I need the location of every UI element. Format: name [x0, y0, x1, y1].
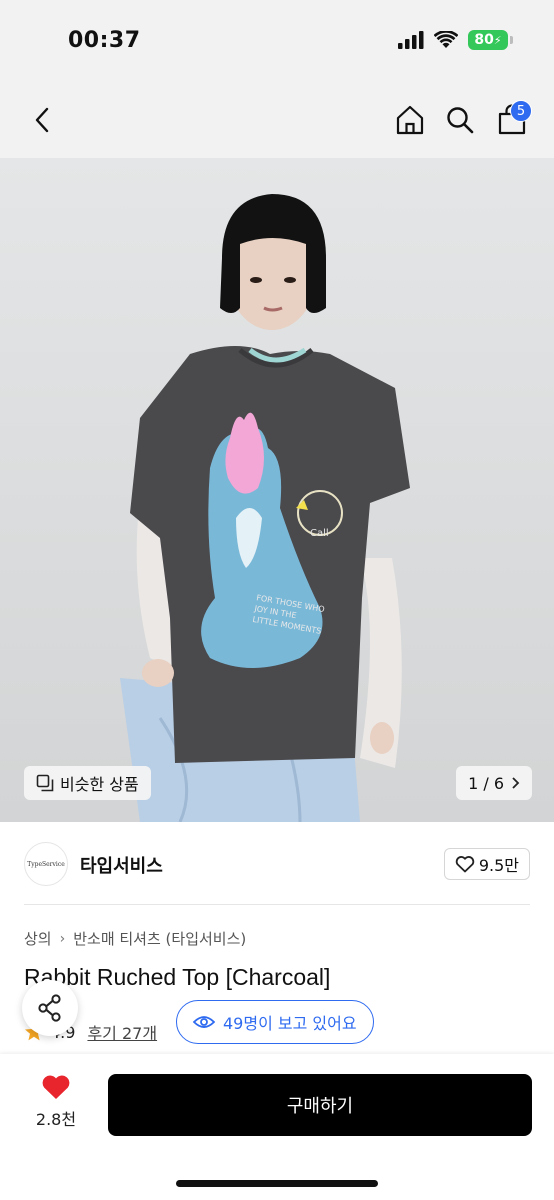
wishlist-button[interactable]: 2.8천	[26, 1074, 86, 1130]
chevron-left-icon	[35, 107, 49, 133]
viewers-badge: 49명이 보고 있어요	[176, 1000, 374, 1044]
cart-count-badge: 5	[510, 100, 532, 122]
page-indicator-text: 1 / 6	[468, 773, 504, 793]
status-icons: 80 ⚡	[398, 30, 513, 50]
signal-icon	[398, 31, 424, 49]
heart-outline-icon	[455, 856, 475, 873]
cart-button[interactable]: 5	[492, 100, 532, 140]
brand-row[interactable]: TypeService 타입서비스 9.5만	[0, 822, 554, 906]
brand-name[interactable]: 타입서비스	[80, 852, 163, 878]
reviews-link[interactable]: 후기 27개	[87, 1020, 157, 1044]
battery-icon: 80 ⚡	[468, 30, 513, 50]
brand-like-count: 9.5만	[478, 856, 519, 875]
wishlist-count: 2.8천	[35, 1110, 77, 1129]
chevron-right-icon	[512, 777, 520, 789]
product-image[interactable]: FOR THOSE WHO JOY IN THE LITTLE MOMENTS …	[0, 158, 554, 822]
brand-logo[interactable]: TypeService	[24, 842, 68, 886]
brand-like-button[interactable]: 9.5만	[443, 848, 530, 880]
status-time: 00:37	[68, 28, 141, 53]
share-button[interactable]	[22, 980, 78, 1036]
breadcrumb-item-subcategory[interactable]: 반소매 티셔츠 (타입서비스)	[73, 928, 246, 949]
battery-level: 80	[474, 32, 494, 48]
back-button[interactable]	[22, 100, 62, 140]
home-button[interactable]	[390, 100, 430, 140]
home-indicator	[176, 1180, 378, 1187]
viewers-text: 49명이 보고 있어요	[223, 1014, 357, 1033]
bottom-action-bar: 2.8천 구매하기	[0, 1054, 554, 1200]
status-bar: 00:37 80 ⚡	[0, 0, 554, 84]
breadcrumb-item-category[interactable]: 상의	[24, 928, 52, 949]
heart-filled-icon	[42, 1075, 70, 1099]
buy-button[interactable]: 구매하기	[108, 1074, 532, 1136]
home-icon	[396, 105, 424, 135]
share-icon	[38, 994, 61, 1022]
product-title: Rabbit Ruched Top [Charcoal]	[24, 964, 331, 990]
eye-icon	[193, 1016, 215, 1028]
breadcrumb: 상의 › 반소매 티셔츠 (타입서비스)	[24, 928, 246, 949]
search-button[interactable]	[440, 100, 480, 140]
search-icon	[447, 107, 474, 134]
copy-icon	[36, 774, 54, 792]
shirt-call-text: Call	[310, 528, 329, 539]
similar-products-button[interactable]: 비슷한 상품	[24, 766, 151, 800]
similar-products-label: 비슷한 상품	[60, 775, 139, 794]
product-photo	[120, 194, 410, 822]
divider	[24, 904, 530, 905]
nav-bar: 5	[0, 84, 554, 158]
image-page-indicator[interactable]: 1 / 6	[456, 766, 532, 800]
chevron-right-icon: ›	[59, 930, 66, 947]
wifi-icon	[434, 31, 458, 48]
